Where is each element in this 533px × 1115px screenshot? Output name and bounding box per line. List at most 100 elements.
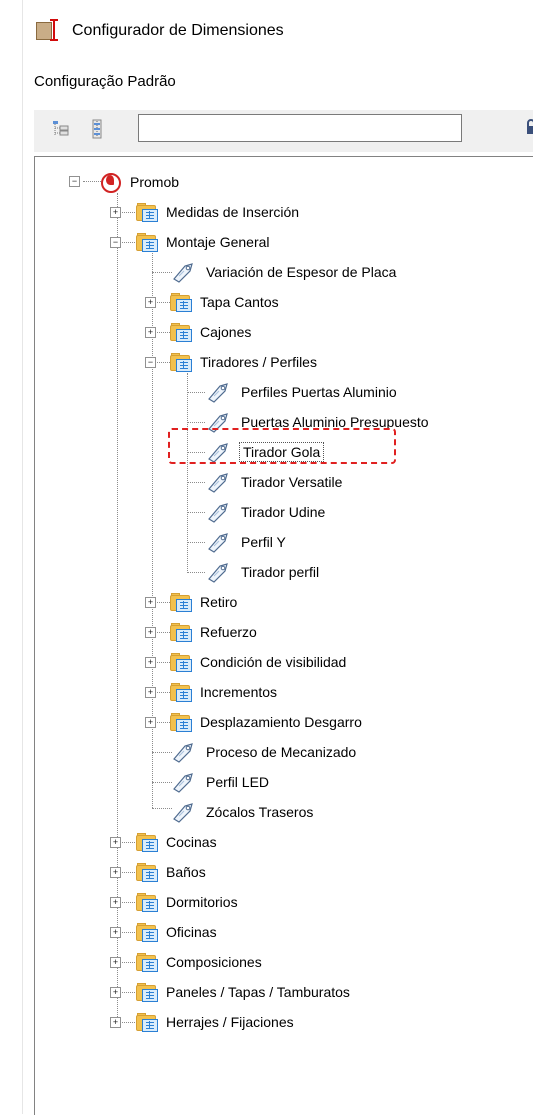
folder-table-icon xyxy=(136,983,158,1002)
tree-node-label: Tirador perfil xyxy=(241,564,320,580)
tree-node-montaje-general[interactable]: Montaje General xyxy=(136,228,272,256)
folder-table-icon xyxy=(136,1013,158,1032)
dimension-configurator-icon xyxy=(34,19,64,43)
tree-expander[interactable]: + xyxy=(110,957,121,968)
tree-node-perfil-led[interactable]: Perfil LED xyxy=(170,768,271,796)
lock-icon[interactable] xyxy=(526,118,533,138)
tree-node-oficinas[interactable]: Oficinas xyxy=(136,918,219,946)
tree-node-tapa-cantos[interactable]: Tapa Cantos xyxy=(170,288,281,316)
tree-node-incrementos[interactable]: Incrementos xyxy=(170,678,279,706)
tree-node-label: Incrementos xyxy=(200,684,278,700)
tree-node-label: Perfil LED xyxy=(206,774,270,790)
tree-node-desplazamiento-desgarro[interactable]: Desplazamiento Desgarro xyxy=(170,708,364,736)
folder-table-icon xyxy=(136,953,158,972)
tree-expander[interactable]: + xyxy=(110,867,121,878)
tree-node-label: Condición de visibilidad xyxy=(200,654,347,670)
folder-table-icon xyxy=(170,683,192,702)
tree-node-label: Tiradores / Perfiles xyxy=(200,354,317,370)
search-input[interactable] xyxy=(138,114,462,142)
tree-node-medidas-de-insercion[interactable]: Medidas de Inserción xyxy=(136,198,301,226)
tree-node-label: Refuerzo xyxy=(200,624,257,640)
tree-expander[interactable]: + xyxy=(110,987,121,998)
title-bar: Configurador de Dimensiones xyxy=(34,14,284,48)
tree-node-tirador-versatile[interactable]: Tirador Versatile xyxy=(205,468,344,496)
tree-node-tirador-perfil[interactable]: Tirador perfil xyxy=(205,558,321,586)
tree-expander[interactable]: − xyxy=(69,176,80,187)
tree-node-tiradores-perfiles[interactable]: Tiradores / Perfiles xyxy=(170,348,319,376)
tag-icon xyxy=(205,531,231,553)
tree-expander[interactable]: + xyxy=(110,927,121,938)
tree-expander[interactable]: + xyxy=(110,837,121,848)
tree-node-label: Tirador Udine xyxy=(241,504,326,520)
tree-node-label: Tapa Cantos xyxy=(200,294,279,310)
tree-node-label: Variación de Espesor de Placa xyxy=(206,264,397,280)
tag-icon xyxy=(205,501,231,523)
tree-node-label: Desplazamiento Desgarro xyxy=(200,714,362,730)
window-title: Configurador de Dimensiones xyxy=(72,22,284,39)
tree-expander[interactable]: + xyxy=(145,297,156,308)
folder-table-icon xyxy=(170,653,192,672)
tree-node-banos[interactable]: Baños xyxy=(136,858,208,886)
folder-table-icon xyxy=(170,293,192,312)
tree-node-cajones[interactable]: Cajones xyxy=(170,318,253,346)
tree-node-label: Composiciones xyxy=(166,954,262,970)
promob-logo-icon xyxy=(100,172,121,193)
tree-node-label: Medidas de Inserción xyxy=(166,204,300,220)
tree-expander[interactable]: + xyxy=(110,1017,121,1028)
folder-table-icon xyxy=(136,833,158,852)
tree-node-herrajes-fijaciones[interactable]: Herrajes / Fijaciones xyxy=(136,1008,296,1036)
highlight-annotation xyxy=(168,428,396,464)
folder-table-icon xyxy=(136,863,158,882)
tree-node-label: Proceso de Mecanizado xyxy=(206,744,357,760)
tree-node-perfil-y[interactable]: Perfil Y xyxy=(205,528,288,556)
tree-expander[interactable]: + xyxy=(145,717,156,728)
tree-expander[interactable]: − xyxy=(110,237,121,248)
tree-expand-icon[interactable] xyxy=(88,118,110,140)
tree-node-composiciones[interactable]: Composiciones xyxy=(136,948,264,976)
tag-icon xyxy=(205,561,231,583)
tree-expander[interactable]: + xyxy=(145,687,156,698)
left-window-edge xyxy=(0,0,23,1114)
tag-icon xyxy=(205,471,231,493)
folder-table-icon xyxy=(136,233,158,252)
tree-node-label: Zócalos Traseros xyxy=(206,804,314,820)
tree-expander[interactable]: − xyxy=(145,357,156,368)
tree-node-tirador-udine[interactable]: Tirador Udine xyxy=(205,498,327,526)
tag-icon xyxy=(170,741,196,763)
tree-node-label: Tirador Versatile xyxy=(241,474,343,490)
folder-table-icon xyxy=(170,323,192,342)
tree-node-refuerzo[interactable]: Refuerzo xyxy=(170,618,259,646)
tag-icon xyxy=(205,381,231,403)
tree-node-paneles-tapas-tamburatos[interactable]: Paneles / Tapas / Tamburatos xyxy=(136,978,352,1006)
tree-node-promob[interactable]: Promob xyxy=(100,168,181,196)
tree-expander[interactable]: + xyxy=(110,897,121,908)
tree-expander[interactable]: + xyxy=(145,627,156,638)
folder-table-icon xyxy=(170,623,192,642)
tree-node-label: Paneles / Tapas / Tamburatos xyxy=(166,984,350,1000)
folder-table-icon xyxy=(170,713,192,732)
tree-node-label: Baños xyxy=(166,864,206,880)
tree-node-proceso-mecanizado[interactable]: Proceso de Mecanizado xyxy=(170,738,358,766)
tree-node-label: Cocinas xyxy=(166,834,217,850)
tree-expander[interactable]: + xyxy=(110,207,121,218)
tree-node-dormitorios[interactable]: Dormitorios xyxy=(136,888,240,916)
tree-panel xyxy=(34,156,533,1115)
tree-node-cocinas[interactable]: Cocinas xyxy=(136,828,219,856)
folder-table-icon xyxy=(136,923,158,942)
tree-node-condicion-visibilidad[interactable]: Condición de visibilidad xyxy=(170,648,348,676)
tree-node-label: Retiro xyxy=(200,594,238,610)
tree-expander[interactable]: + xyxy=(145,657,156,668)
tree-collapse-icon[interactable] xyxy=(50,118,72,140)
tree-node-zocalos-traseros[interactable]: Zócalos Traseros xyxy=(170,798,315,826)
tree-node-retiro[interactable]: Retiro xyxy=(170,588,239,616)
tree-expander[interactable]: + xyxy=(145,327,156,338)
tree-node-label: Cajones xyxy=(200,324,252,340)
tree-node-label: Herrajes / Fijaciones xyxy=(166,1014,294,1030)
toolbar xyxy=(34,110,533,152)
tree-expander[interactable]: + xyxy=(145,597,156,608)
folder-table-icon xyxy=(170,353,192,372)
tree-node-perfiles-puertas-aluminio[interactable]: Perfiles Puertas Aluminio xyxy=(205,378,399,406)
tree-node-label: Perfil Y xyxy=(241,534,286,550)
tag-icon xyxy=(170,801,196,823)
tree-node-variacion-espesor[interactable]: Variación de Espesor de Placa xyxy=(170,258,398,286)
